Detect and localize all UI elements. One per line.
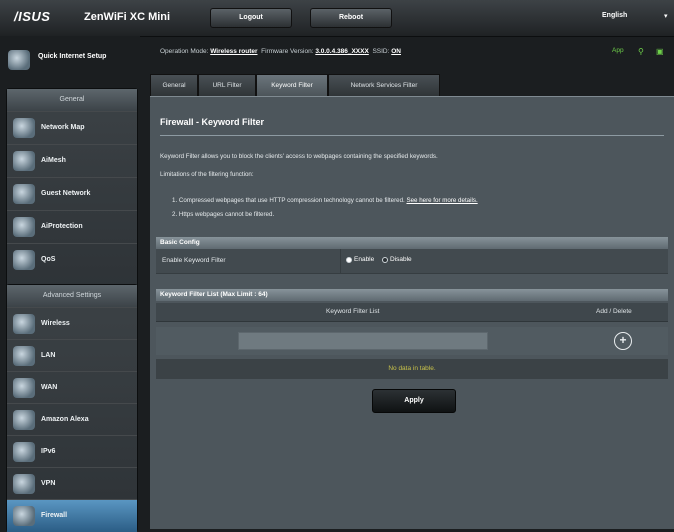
limitation-2: 2. Https webpages cannot be filtered. (172, 211, 275, 218)
advanced-menu: Advanced Settings Wireless LAN WAN Amazo… (6, 284, 138, 532)
sidebar-item-label: Amazon Alexa (41, 416, 89, 423)
sidebar-item-aimesh[interactable]: AiMesh (7, 144, 137, 177)
firmware-label: Firmware Version: (261, 48, 314, 55)
sidebar-item-aiprotection[interactable]: AiProtection (7, 210, 137, 243)
logout-button[interactable]: Logout (210, 8, 292, 28)
sidebar-item-ipv6[interactable]: IPv6 (7, 435, 137, 468)
ipv6-icon (13, 442, 35, 462)
sidebar-item-wan[interactable]: WAN (7, 371, 137, 404)
enable-keyword-filter-label: Enable Keyword Filter (162, 257, 226, 264)
ssid-label: SSID: (372, 48, 390, 55)
usb-icon[interactable]: ⚲ (638, 47, 644, 56)
quick-setup-label: Quick Internet Setup (38, 53, 107, 60)
sidebar-item-firewall[interactable]: Firewall (7, 499, 137, 532)
sidebar-item-vpn[interactable]: VPN (7, 467, 137, 500)
see-here-link[interactable]: See here for more details. (406, 197, 477, 204)
tab-keyword-filter[interactable]: Keyword Filter (256, 74, 328, 97)
guest-network-icon (13, 184, 35, 204)
basic-config-header: Basic Config (156, 237, 668, 249)
limitation-1: 1. Compressed webpages that use HTTP com… (172, 197, 478, 204)
keyword-input[interactable] (238, 332, 488, 350)
app-link[interactable]: App (612, 47, 624, 54)
sidebar-item-qos[interactable]: QoS (7, 243, 137, 276)
sidebar-item-label: IPv6 (41, 448, 56, 455)
add-delete-column: Add / Delete (596, 308, 632, 315)
general-header: General (7, 89, 137, 111)
sidebar-item-network-map[interactable]: Network Map (7, 111, 137, 144)
aiprotection-icon (13, 217, 35, 237)
keyword-list-columns: Keyword Filter List Add / Delete (156, 303, 668, 322)
empty-table-message: No data in table. (156, 359, 668, 379)
lan-icon (13, 346, 35, 366)
sidebar-item-label: WAN (41, 384, 58, 391)
limitation-1-text: 1. Compressed webpages that use HTTP com… (172, 197, 405, 204)
top-bar: /ISUS ZenWiFi XC Mini Logout Reboot Engl… (0, 0, 674, 37)
advanced-header: Advanced Settings (7, 285, 137, 307)
op-mode-label: Operation Mode: (160, 48, 209, 55)
keyword-list-column: Keyword Filter List (326, 308, 380, 315)
sidebar-item-label: Firewall (41, 512, 68, 519)
main-content: Firewall - Keyword Filter Keyword Filter… (150, 96, 674, 529)
enable-radio-label[interactable]: Enable (354, 256, 374, 263)
sidebar-item-label: QoS (41, 256, 56, 263)
sidebar-item-label: Wireless (41, 320, 70, 327)
status-bar: Operation Mode: Wireless router Firmware… (150, 44, 674, 64)
title-divider (160, 135, 664, 136)
asus-logo[interactable]: /ISUS (14, 9, 50, 24)
sidebar-item-label: Network Map (41, 124, 85, 131)
general-menu: General Network Map AiMesh Guest Network… (6, 88, 138, 302)
column-separator (340, 249, 341, 273)
disable-radio-label[interactable]: Disable (390, 256, 412, 263)
status-text: Operation Mode: Wireless router Firmware… (160, 48, 401, 55)
ssid-link[interactable]: ON (391, 48, 401, 55)
quick-setup-icon (8, 50, 30, 70)
aimesh-icon (13, 151, 35, 171)
sidebar: Quick Internet Setup General Network Map… (0, 36, 140, 532)
language-select[interactable]: English (602, 12, 627, 19)
qos-icon (13, 250, 35, 270)
enable-keyword-filter-row: Enable Keyword Filter Enable Disable (156, 249, 668, 274)
apply-button[interactable]: Apply (372, 389, 456, 413)
tab-network-services-filter[interactable]: Network Services Filter (328, 74, 440, 97)
reboot-button[interactable]: Reboot (310, 8, 392, 28)
sidebar-item-amazon-alexa[interactable]: Amazon Alexa (7, 403, 137, 436)
network-map-icon (13, 118, 35, 138)
op-mode-link[interactable]: Wireless router (210, 48, 257, 55)
enable-radio[interactable] (346, 257, 352, 263)
sidebar-item-lan[interactable]: LAN (7, 339, 137, 372)
keyword-list-header: Keyword Filter List (Max Limit : 64) (156, 289, 668, 301)
limitations-heading: Limitations of the filtering function: (160, 171, 254, 178)
keyword-input-row: + (156, 327, 668, 355)
sidebar-item-label: VPN (41, 480, 56, 487)
chevron-down-icon[interactable]: ▾ (664, 12, 668, 20)
firmware-link[interactable]: 3.0.0.4.386_XXXX (315, 48, 369, 55)
firewall-icon (13, 506, 35, 526)
sidebar-item-wireless[interactable]: Wireless (7, 307, 137, 340)
network-status-icon[interactable]: ▣ (656, 47, 664, 56)
alexa-icon (13, 410, 35, 430)
sidebar-item-label: AiMesh (41, 157, 66, 164)
product-name: ZenWiFi XC Mini (84, 11, 171, 23)
page-title: Firewall - Keyword Filter (160, 117, 265, 127)
page-description: Keyword Filter allows you to block the c… (160, 153, 438, 160)
sidebar-item-label: Guest Network (41, 190, 91, 197)
disable-radio[interactable] (382, 257, 388, 263)
quick-internet-setup-button[interactable]: Quick Internet Setup (4, 44, 134, 80)
wireless-icon (13, 314, 35, 334)
add-icon[interactable]: + (614, 332, 632, 350)
sidebar-item-label: LAN (41, 352, 56, 359)
tab-general[interactable]: General (150, 74, 198, 97)
sidebar-item-guest-network[interactable]: Guest Network (7, 177, 137, 210)
sidebar-item-label: AiProtection (41, 223, 83, 230)
wan-icon (13, 378, 35, 398)
vpn-icon (13, 474, 35, 494)
tab-url-filter[interactable]: URL Filter (198, 74, 256, 97)
